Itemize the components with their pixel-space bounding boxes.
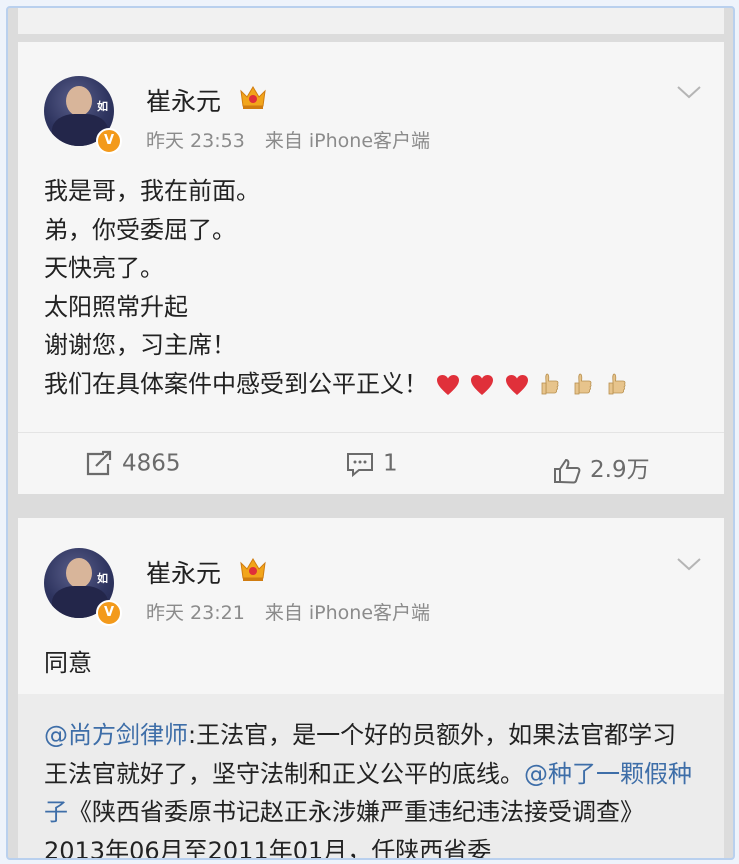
crown-icon — [240, 558, 266, 581]
verified-badge-icon: V — [96, 128, 122, 154]
like-button[interactable]: 2.9万 — [552, 450, 650, 485]
post-line-with-emoji: 我们在具体案件中感受到公平正义！ — [44, 365, 633, 404]
comment-count: 1 — [383, 450, 398, 477]
top-strip — [18, 8, 724, 34]
repost-count: 4865 — [122, 450, 181, 477]
heart-icon — [436, 374, 459, 395]
quoted-post[interactable]: @尚方剑律师:王法官，是一个好的员额外，如果法官都学习王法官就好了，坚守法制和正… — [18, 694, 724, 860]
post-source: 来自 iPhone客户端 — [264, 130, 431, 152]
post-time: 昨天 23:21 — [146, 602, 245, 624]
repost-icon — [86, 450, 112, 476]
post-line: 我们在具体案件中感受到公平正义！ — [44, 369, 428, 398]
post-line: 谢谢您，习主席！ — [44, 331, 236, 359]
thumbs-up-icon — [554, 458, 581, 484]
chevron-down-icon[interactable] — [676, 556, 702, 572]
quoted-text: 《陕西省委原书记赵正永涉嫌严重违纪违法接受调查》2013年06月至2011年01… — [44, 798, 644, 860]
post-line: 太阳照常升起 — [44, 292, 188, 321]
thumbs-up-icon — [608, 373, 626, 394]
post-line: 我是哥，我在前面。 — [44, 177, 260, 205]
weibo-post-card: 如 V 崔永元 昨天 23:21 来自 iPhone客户端 同意 @尚方剑律师:… — [18, 518, 724, 860]
weibo-post-card: 如 V 崔永元 昨天 23:53 来自 iPhone客户端 我是哥，我在前面。 … — [18, 42, 724, 494]
post-meta: 昨天 23:21 来自 iPhone客户端 — [146, 598, 430, 625]
post-actions: 4865 1 2.9万 — [18, 440, 724, 492]
thumbs-up-icon — [541, 373, 559, 394]
divider — [18, 432, 724, 433]
author-name[interactable]: 崔永元 — [146, 82, 221, 118]
post-line: 天快亮了。 — [44, 254, 164, 282]
mention-link[interactable]: @尚方剑律师 — [44, 721, 188, 749]
crown-icon — [240, 86, 266, 109]
author-name[interactable]: 崔永元 — [146, 554, 221, 590]
heart-icon — [471, 374, 494, 395]
thumbs-up-icon — [574, 373, 592, 394]
screenshot-frame: 如 V 崔永元 昨天 23:53 来自 iPhone客户端 我是哥，我在前面。 … — [6, 6, 735, 860]
heart-icon — [505, 374, 528, 395]
like-count: 2.9万 — [590, 457, 650, 483]
post-content: 我是哥，我在前面。 弟，你受委屈了。 天快亮了。 太阳照常升起 谢谢您，习主席！… — [44, 172, 633, 403]
comment-icon — [347, 453, 373, 478]
chevron-down-icon[interactable] — [676, 84, 702, 100]
post-meta: 昨天 23:53 来自 iPhone客户端 — [146, 126, 430, 153]
repost-button[interactable]: 4865 — [84, 450, 181, 478]
post-content: 同意 — [44, 644, 92, 683]
post-time: 昨天 23:53 — [146, 130, 245, 152]
verified-badge-icon: V — [96, 600, 122, 626]
post-line: 同意 — [44, 649, 92, 677]
post-line: 弟，你受委屈了。 — [44, 215, 236, 244]
comment-button[interactable]: 1 — [345, 450, 398, 478]
post-source: 来自 iPhone客户端 — [264, 602, 431, 624]
